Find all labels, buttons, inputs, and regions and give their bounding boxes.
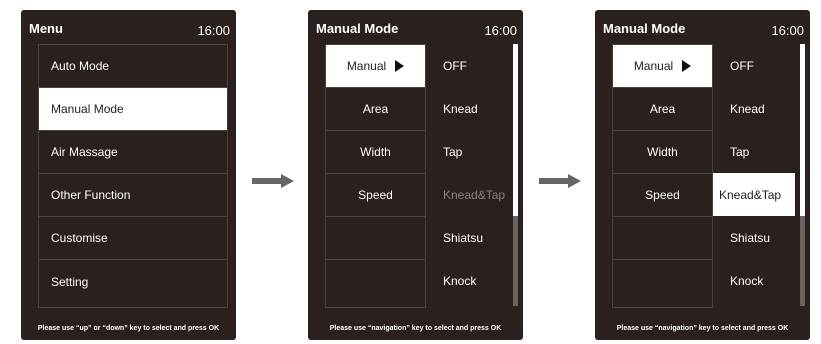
category-manual[interactable]: Manual <box>326 45 425 88</box>
category-speed[interactable]: Speed <box>613 174 712 217</box>
option-tap[interactable]: Tap <box>713 130 795 173</box>
menu-item-auto-mode[interactable]: Auto Mode <box>39 45 227 88</box>
screen-title: Manual Mode <box>316 21 399 36</box>
screen-title: Menu <box>29 21 63 36</box>
footer-hint: Please use “up” or “down” key to select … <box>37 325 220 332</box>
category-empty <box>613 260 712 303</box>
menu-list: Auto Mode Manual Mode Air Massage Other … <box>38 44 228 308</box>
scrollbar[interactable] <box>513 44 518 306</box>
option-shiatsu[interactable]: Shiatsu <box>713 216 795 259</box>
screen-header: Menu 16:00 <box>29 19 230 41</box>
option-knock[interactable]: Knock <box>713 259 795 302</box>
category-area[interactable]: Area <box>326 88 425 131</box>
clock: 16:00 <box>197 23 230 38</box>
category-empty <box>326 217 425 260</box>
option-off[interactable]: OFF <box>713 44 795 87</box>
menu-item-manual-mode[interactable]: Manual Mode <box>39 88 227 131</box>
option-knead[interactable]: Knead <box>426 87 508 130</box>
menu-item-air-massage[interactable]: Air Massage <box>39 131 227 174</box>
clock: 16:00 <box>771 23 804 38</box>
option-list: OFF Knead Tap Knead&Tap Shiatsu Knock <box>713 44 795 306</box>
category-list: Manual Area Width Speed <box>612 44 713 308</box>
scrollbar[interactable] <box>800 44 805 306</box>
option-off[interactable]: OFF <box>426 44 508 87</box>
footer-hint: Please use “navigation” key to select an… <box>616 325 789 332</box>
scrollbar-thumb[interactable] <box>800 44 805 216</box>
category-speed[interactable]: Speed <box>326 174 425 217</box>
option-tap[interactable]: Tap <box>426 130 508 173</box>
menu-item-customise[interactable]: Customise <box>39 217 227 260</box>
category-empty <box>326 260 425 303</box>
option-knead[interactable]: Knead <box>713 87 795 130</box>
screen-header: Manual Mode 16:00 <box>603 19 804 41</box>
screen-header: Manual Mode 16:00 <box>316 19 517 41</box>
manual-mode-screen: Manual Mode 16:00 Manual Area Width Spee… <box>308 10 523 340</box>
category-label: Manual <box>633 59 674 73</box>
play-arrow-icon <box>682 60 692 72</box>
category-empty <box>613 217 712 260</box>
category-manual[interactable]: Manual <box>613 45 712 88</box>
play-arrow-icon <box>395 60 405 72</box>
option-knead-tap[interactable]: Knead&Tap <box>426 173 508 216</box>
category-area[interactable]: Area <box>613 88 712 131</box>
category-label: Manual <box>346 59 387 73</box>
right-arrow-icon <box>539 174 581 188</box>
scrollbar-thumb[interactable] <box>513 44 518 216</box>
menu-screen: Menu 16:00 Auto Mode Manual Mode Air Mas… <box>21 10 236 340</box>
option-knock[interactable]: Knock <box>426 259 508 302</box>
manual-mode-screen-selected: Manual Mode 16:00 Manual Area Width Spee… <box>595 10 810 340</box>
right-arrow-icon <box>252 174 294 188</box>
option-shiatsu[interactable]: Shiatsu <box>426 216 508 259</box>
menu-item-setting[interactable]: Setting <box>39 260 227 303</box>
clock: 16:00 <box>484 23 517 38</box>
menu-item-other-function[interactable]: Other Function <box>39 174 227 217</box>
category-width[interactable]: Width <box>326 131 425 174</box>
screen-title: Manual Mode <box>603 21 686 36</box>
option-list: OFF Knead Tap Knead&Tap Shiatsu Knock <box>426 44 508 306</box>
footer-hint: Please use “navigation” key to select an… <box>329 325 502 332</box>
category-width[interactable]: Width <box>613 131 712 174</box>
category-list: Manual Area Width Speed <box>325 44 426 308</box>
option-knead-tap[interactable]: Knead&Tap <box>713 173 795 216</box>
